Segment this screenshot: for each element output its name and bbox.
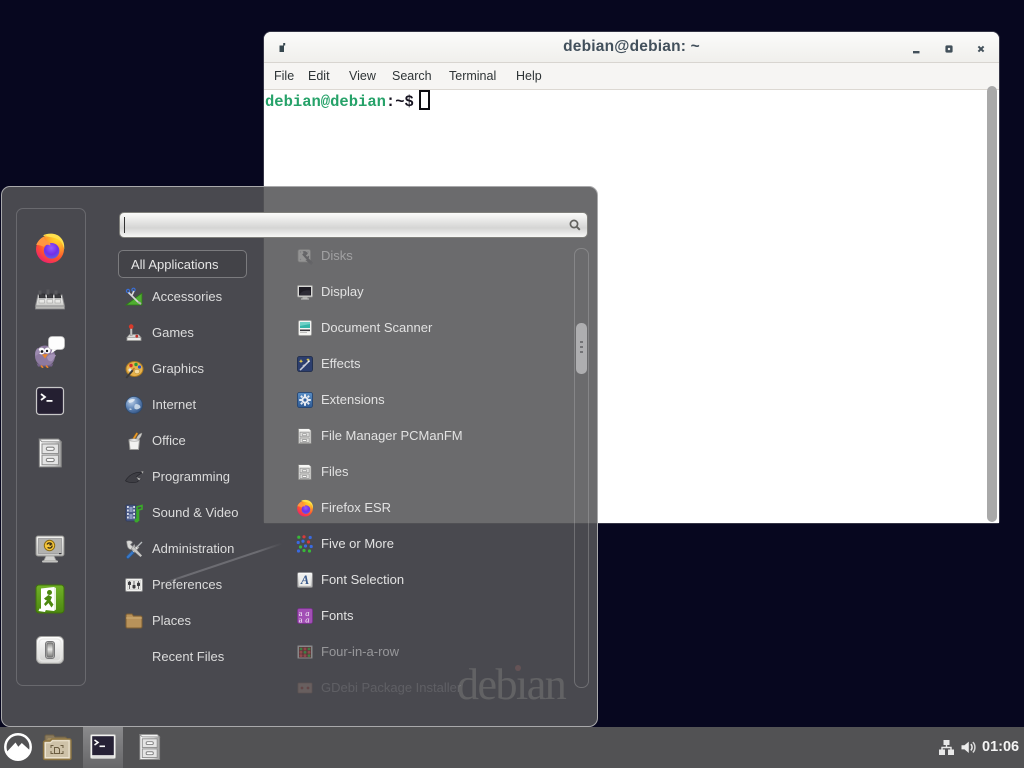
- svg-text:A: A: [300, 573, 309, 587]
- svg-text:a: a: [305, 614, 309, 624]
- svg-text:a: a: [299, 614, 303, 624]
